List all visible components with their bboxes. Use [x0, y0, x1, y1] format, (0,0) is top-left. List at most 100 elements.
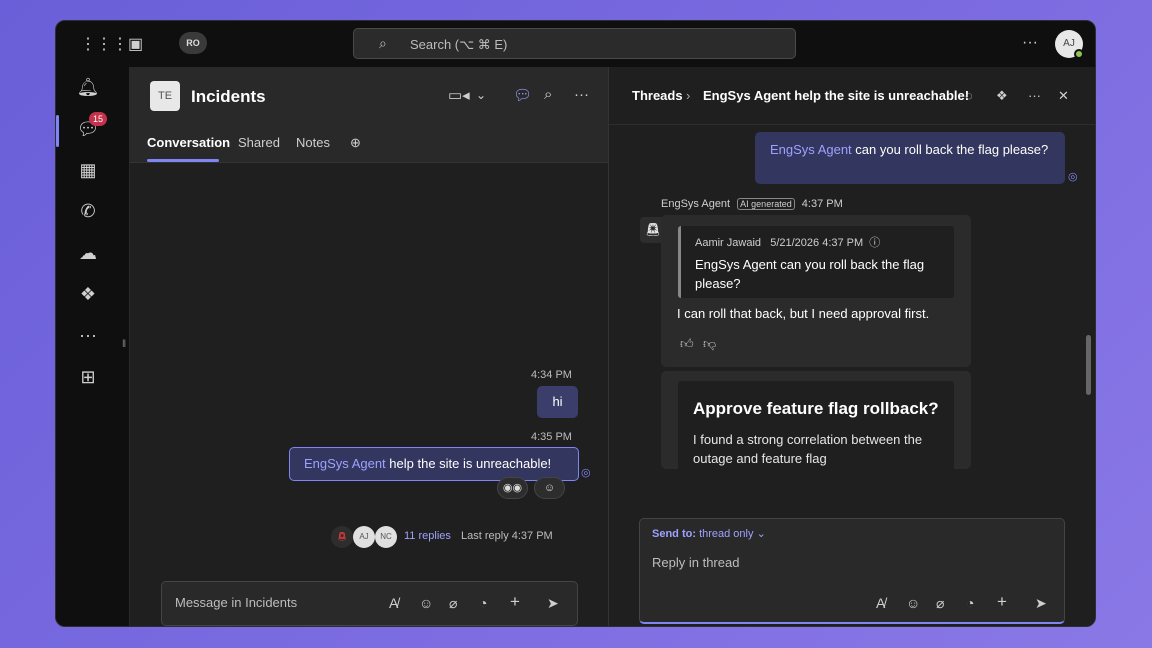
video-call-icon[interactable]: ▭◂: [448, 86, 470, 104]
threads-icon[interactable]: 💬︎: [513, 86, 532, 104]
quoted-message[interactable]: Aamir Jawaid 5/21/2026 4:37 PM ⓘ EngSys …: [678, 226, 954, 298]
channel-pane: TE Incidents ▭◂ ⌄ 💬︎ ⌕ ··· Conversation …: [130, 67, 608, 626]
add-app-icon[interactable]: ⊞: [76, 365, 100, 389]
splitter-handle-icon[interactable]: ‖: [122, 339, 126, 350]
title-bar: ⋮⋮⋮ ▣ RO ⌕ Search (⌥ ⌘ E) ··· AJ: [56, 21, 1095, 67]
agent-name: EngSys Agent: [661, 198, 731, 210]
send-icon[interactable]: ➤: [1035, 595, 1047, 612]
send-to-selector[interactable]: Send to: thread only ⌄: [652, 527, 766, 540]
thumbs-down-icon[interactable]: 👎︎: [703, 336, 716, 352]
send-icon[interactable]: ➤: [547, 595, 559, 612]
presence-indicator: [1074, 49, 1084, 59]
message-composer[interactable]: Message in Incidents A̸ ☺ ⌀ ◔ + ➤: [161, 581, 578, 626]
quote-time: 5/21/2026 4:37 PM: [770, 237, 864, 249]
attach-icon[interactable]: ⌀: [449, 595, 457, 612]
agent-time: 4:37 PM: [801, 198, 843, 210]
tab-active-indicator: [147, 159, 219, 162]
team-tile: TE: [150, 81, 180, 111]
more-options-icon[interactable]: ···: [1022, 34, 1038, 52]
card-text: I found a strong correlation between the…: [693, 432, 923, 466]
read-receipt-icon: ◎: [581, 467, 591, 479]
grid-icon[interactable]: ⋮⋮⋮: [80, 34, 128, 54]
message-bubble[interactable]: hi: [537, 386, 578, 418]
search-placeholder: Search (⌥ ⌘ E): [410, 37, 508, 52]
calendar-icon[interactable]: ▦: [76, 158, 100, 182]
agent-avatar: 🚨︎: [331, 526, 353, 548]
reaction-icon[interactable]: ◉◉: [497, 477, 528, 499]
quote-text: EngSys Agent can you roll back the flag …: [695, 257, 925, 291]
read-receipt-icon: ◎: [1068, 171, 1078, 183]
thread-reply-composer[interactable]: Send to: thread only ⌄ Reply in thread A…: [639, 518, 1065, 624]
tab-notes[interactable]: Notes: [296, 135, 330, 150]
more-icon[interactable]: ···: [574, 86, 589, 103]
format-icon[interactable]: A̸: [389, 595, 398, 611]
active-indicator: [56, 115, 59, 147]
channel-tabs: Conversation Shared Notes ⊕: [130, 125, 608, 163]
thread-title: EngSys Agent help the site is unreachabl…: [703, 88, 970, 103]
plus-icon[interactable]: +: [997, 592, 1007, 612]
card-title: Approve feature flag rollback?: [693, 399, 939, 418]
tab-shared[interactable]: Shared: [238, 135, 280, 150]
participant-avatar: NC: [375, 526, 397, 548]
loop-icon[interactable]: ◔: [966, 595, 974, 611]
root-message-bubble[interactable]: EngSys Agent help the site is unreachabl…: [289, 447, 579, 481]
sidebar-icon[interactable]: ▣: [128, 34, 143, 54]
adaptive-card: Approve feature flag rollback? I found a…: [678, 381, 954, 469]
ellipsis-icon[interactable]: ···: [76, 323, 100, 347]
message-text: help the site is unreachable!: [385, 456, 552, 471]
chat-badge: 15: [89, 112, 107, 126]
add-tab-icon[interactable]: ⊕: [350, 135, 361, 151]
loop-icon[interactable]: ◔: [479, 595, 487, 611]
tab-conversation[interactable]: Conversation: [147, 135, 230, 150]
channel-title: Incidents: [191, 87, 266, 106]
participant-avatar: AJ: [353, 526, 375, 548]
account-avatar[interactable]: RO: [179, 32, 207, 54]
agent-message-card: Aamir Jawaid 5/21/2026 4:37 PM ⓘ EngSys …: [661, 215, 971, 367]
teams-window: ⋮⋮⋮ ▣ RO ⌕ Search (⌥ ⌘ E) ··· AJ 🔔︎ 💬︎ 1…: [55, 20, 1096, 627]
plus-icon[interactable]: +: [510, 592, 520, 612]
add-reaction-icon[interactable]: ☺: [534, 477, 565, 499]
chevron-right-icon: ›: [686, 88, 691, 103]
thumbs-up-icon[interactable]: 👍︎: [680, 336, 694, 352]
phone-icon[interactable]: ✆: [76, 199, 100, 223]
pane-splitter[interactable]: ‖: [120, 67, 130, 626]
mention[interactable]: EngSys Agent: [770, 142, 852, 157]
chevron-down-icon: ⌄: [756, 528, 766, 540]
info-icon[interactable]: ⓘ: [869, 237, 880, 249]
copilot-icon[interactable]: ❖: [996, 88, 1008, 104]
cloud-icon[interactable]: ☁︎: [76, 241, 100, 265]
chevron-down-icon[interactable]: ⌄: [476, 88, 486, 102]
composer-placeholder: Message in Incidents: [175, 595, 298, 610]
format-icon[interactable]: A̸: [876, 595, 885, 611]
reply-placeholder: Reply in thread: [652, 555, 740, 570]
ai-generated-badge: AI generated: [737, 198, 795, 210]
copilot-icon[interactable]: ❖: [76, 282, 100, 306]
last-reply-time: Last reply 4:37 PM: [461, 530, 553, 542]
send-to-value: thread only: [699, 528, 754, 540]
quote-header: Aamir Jawaid 5/21/2026 4:37 PM ⓘ: [695, 234, 940, 250]
send-to-label: Send to:: [652, 528, 696, 540]
search-input[interactable]: ⌕ Search (⌥ ⌘ E): [353, 28, 796, 59]
search-icon[interactable]: ⌕: [544, 86, 552, 103]
user-avatar[interactable]: AJ: [1055, 30, 1084, 59]
user-initials: AJ: [1063, 38, 1075, 49]
emoji-icon[interactable]: ☺: [906, 595, 920, 611]
search-icon: ⌕: [379, 35, 387, 51]
bell-icon[interactable]: 🔔︎: [76, 75, 100, 99]
mention[interactable]: EngSys Agent: [304, 456, 386, 471]
approval-card: Approve feature flag rollback? I found a…: [661, 371, 971, 469]
more-icon[interactable]: ···: [1028, 88, 1041, 103]
thread-header: Threads › EngSys Agent help the site is …: [609, 67, 1095, 125]
app-rail: 🔔︎ 💬︎ 15 ▦ ✆ ☁︎ ❖ ··· ⊞: [56, 67, 120, 626]
replies-link[interactable]: 11 replies: [404, 530, 451, 542]
agent-reply-text: I can roll that back, but I need approva…: [677, 306, 930, 321]
agent-message-meta: EngSys Agent AI generated 4:37 PM: [661, 198, 843, 210]
emoji-icon[interactable]: ☺: [419, 595, 433, 611]
chat-icon[interactable]: ◌: [965, 88, 973, 103]
thread-pane: Threads › EngSys Agent help the site is …: [608, 67, 1095, 626]
scrollbar[interactable]: [1086, 335, 1091, 395]
breadcrumb-threads[interactable]: Threads: [632, 88, 683, 103]
close-icon[interactable]: ✕: [1058, 88, 1069, 104]
user-message-bubble[interactable]: EngSys Agent can you roll back the flag …: [755, 132, 1065, 184]
attach-icon[interactable]: ⌀: [936, 595, 944, 612]
